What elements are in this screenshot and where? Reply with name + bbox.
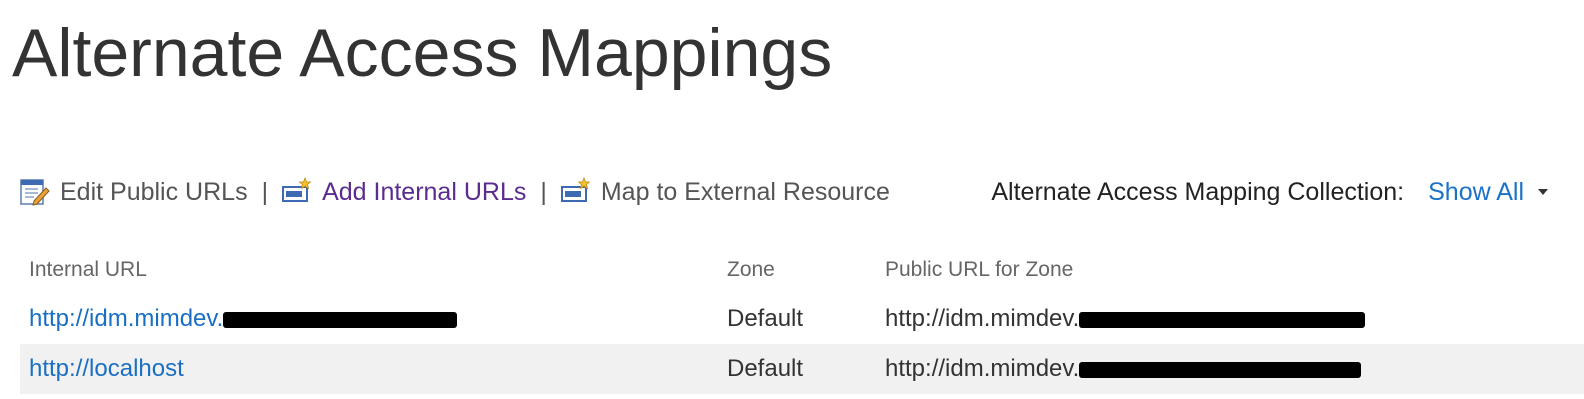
public-url-cell: http://idm.mimdev.: [885, 344, 1584, 394]
dropdown-caret-icon[interactable]: [1538, 189, 1548, 195]
mapping-collection-selector: Alternate Access Mapping Collection: Sho…: [991, 172, 1548, 212]
add-internal-url-icon: [282, 176, 312, 207]
map-external-resource-label: Map to External Resource: [600, 177, 890, 206]
public-url-cell: http://idm.mimdev.: [885, 294, 1584, 344]
public-url-text: http://idm.mimdev.: [885, 355, 1080, 382]
mappings-table: Internal URL Zone Public URL for Zone ht…: [20, 246, 1584, 394]
edit-public-urls-link[interactable]: Edit Public URLs: [20, 177, 248, 207]
toolbar-separator: |: [261, 177, 269, 206]
add-internal-urls-label: Add Internal URLs: [322, 177, 527, 206]
header-internal-url[interactable]: Internal URL: [20, 246, 727, 294]
redaction-bar: [1079, 311, 1366, 328]
table-row: http://localhost Default http://idm.mimd…: [20, 344, 1584, 394]
edit-public-urls-label: Edit Public URLs: [60, 177, 248, 206]
internal-url-cell: http://localhost: [20, 344, 727, 394]
toolbar-separator: |: [540, 177, 547, 206]
table-row: http://idm.mimdev. Default http://idm.mi…: [20, 294, 1584, 344]
map-external-resource-link[interactable]: Map to External Resource: [560, 176, 890, 207]
mapping-collection-label: Alternate Access Mapping Collection:: [991, 177, 1405, 206]
redaction-bar: [223, 311, 458, 328]
zone-cell: Default: [727, 344, 885, 394]
public-url-text: http://idm.mimdev.: [885, 305, 1080, 332]
redaction-bar: [1079, 361, 1362, 378]
internal-url-link[interactable]: http://idm.mimdev.: [29, 305, 223, 332]
header-public-url[interactable]: Public URL for Zone: [885, 246, 1584, 294]
header-zone[interactable]: Zone: [727, 246, 885, 294]
map-external-resource-icon: [560, 176, 591, 207]
toolbar: Edit Public URLs | Add Internal URLs | M…: [20, 172, 890, 212]
page-title: Alternate Access Mappings: [12, 15, 833, 91]
internal-url-link[interactable]: http://localhost: [29, 355, 184, 382]
table-header-row: Internal URL Zone Public URL for Zone: [20, 246, 1584, 294]
zone-cell: Default: [727, 305, 804, 332]
show-all-link[interactable]: Show All: [1428, 178, 1524, 207]
internal-url-cell: http://idm.mimdev.: [20, 294, 727, 344]
page: Alternate Access Mappings Edit Public UR…: [0, 0, 1584, 399]
add-internal-urls-link[interactable]: Add Internal URLs: [282, 176, 527, 207]
edit-document-icon: [20, 177, 50, 207]
